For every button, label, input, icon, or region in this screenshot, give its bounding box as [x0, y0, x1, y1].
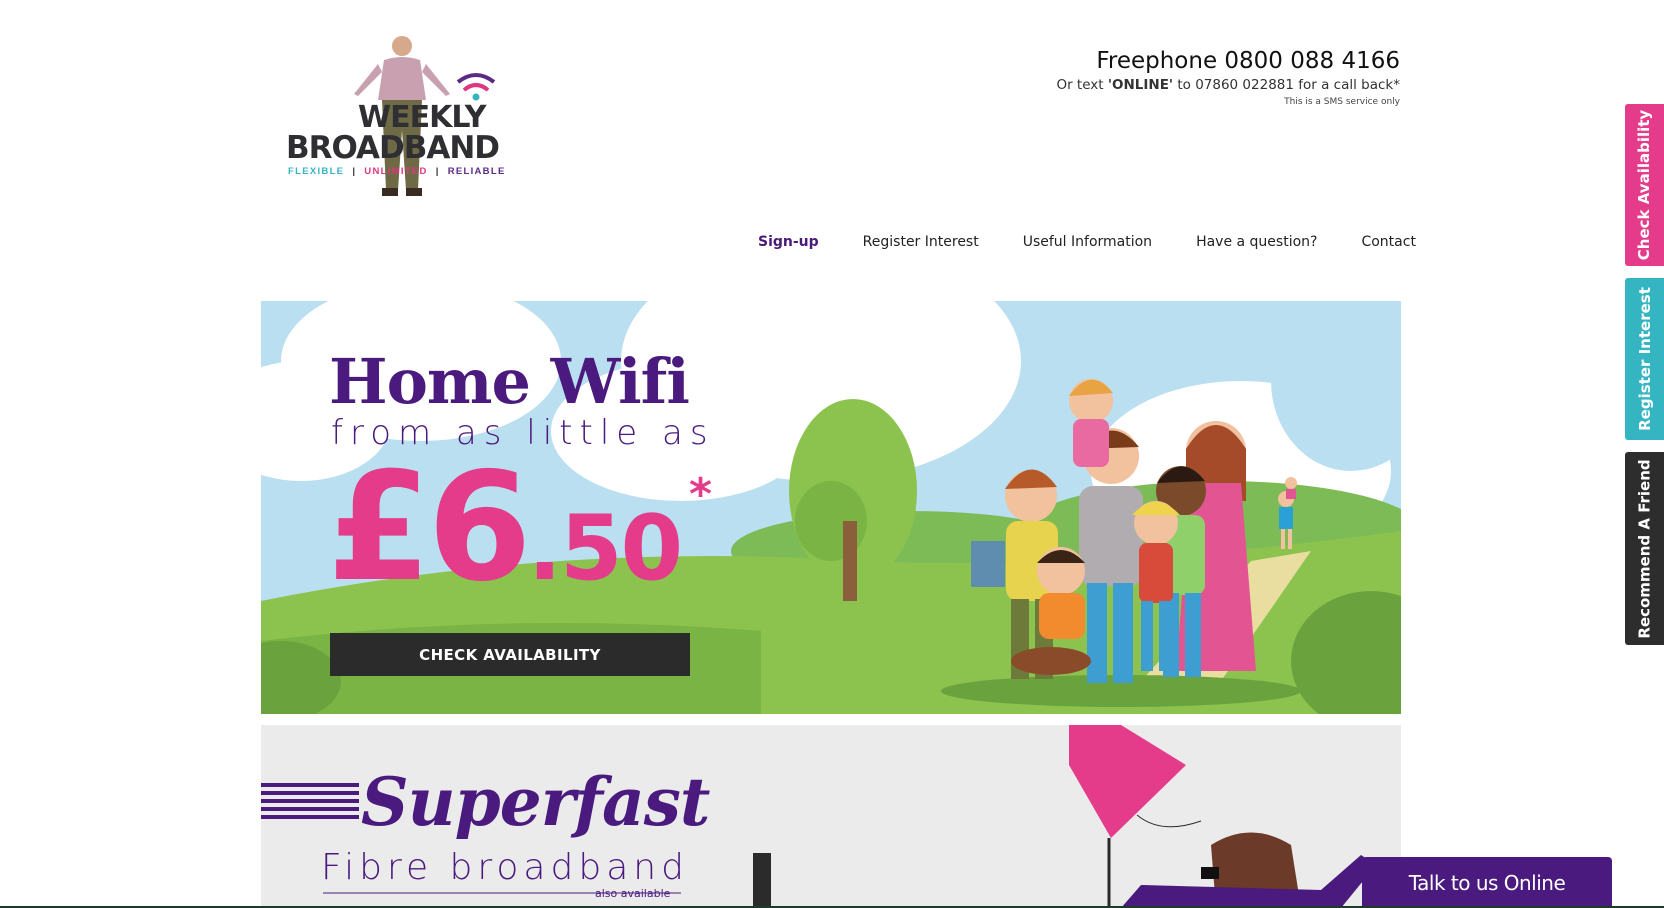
also-available-note: also available [595, 887, 671, 900]
freephone-number[interactable]: Freephone 0800 088 4166 [1056, 48, 1400, 74]
tagline-reliable: RELIABLE [447, 166, 506, 177]
hero-price: £6.50 [327, 441, 683, 615]
logo-tagline: FLEXIBLE | UNLIMITED | RELIABLE [288, 166, 506, 177]
side-tab-check-availability[interactable]: Check Availability [1625, 104, 1664, 266]
tagline-separator: | [352, 166, 357, 177]
nav-item-contact[interactable]: Contact [1361, 234, 1415, 250]
price-decimal: .50 [527, 496, 683, 601]
fibre-subtitle: Fibre broadband [321, 847, 689, 888]
text-keyword: 'ONLINE' [1107, 77, 1174, 93]
sms-note: This is a SMS service only [1284, 97, 1400, 107]
superfast-title: Superfast [361, 763, 710, 841]
main-nav: Sign-up Register Interest Useful Informa… [758, 234, 1416, 250]
check-availability-button[interactable]: CHECK AVAILABILITY [330, 633, 690, 676]
fibre-banner: Superfast Fibre broadband also available [261, 725, 1401, 908]
text-callback-info: Or text 'ONLINE' to 07860 022881 for a c… [1056, 77, 1400, 93]
side-tab-recommend-label: Recommend A Friend [1635, 458, 1654, 639]
nav-item-register-interest[interactable]: Register Interest [863, 234, 979, 250]
nav-item-sign-up[interactable]: Sign-up [758, 234, 819, 250]
nav-item-have-a-question[interactable]: Have a question? [1196, 234, 1317, 250]
talk-to-us-online-button[interactable]: Talk to us Online [1362, 857, 1612, 908]
header-contact: Freephone 0800 088 4166 Or text 'ONLINE'… [1056, 48, 1400, 107]
price-asterisk: * [689, 469, 713, 520]
text-prefix: Or text [1056, 77, 1108, 93]
hero-banner: Home Wifi from as little as £6.50 * CHEC… [261, 301, 1401, 714]
hero-title: Home Wifi [329, 345, 690, 418]
side-tab-register-label: Register Interest [1635, 287, 1654, 431]
text-suffix: to 07860 022881 for a call back* [1173, 77, 1400, 93]
side-tab-check-label: Check Availability [1635, 109, 1654, 261]
nav-item-useful-information[interactable]: Useful Information [1023, 234, 1152, 250]
side-tab-register-interest[interactable]: Register Interest [1625, 278, 1664, 440]
price-main: £6 [327, 441, 532, 615]
logo-text-broadband: BROADBAND [286, 130, 500, 166]
tagline-separator: | [435, 166, 440, 177]
side-tab-recommend-friend[interactable]: Recommend A Friend [1625, 452, 1664, 645]
site-logo[interactable]: WEEKLY BROADBAND FLEXIBLE | UNLIMITED | RELI… [286, 30, 504, 215]
tagline-flexible: FLEXIBLE [288, 166, 345, 177]
tagline-unlimited: UNLIMITED [364, 166, 428, 177]
